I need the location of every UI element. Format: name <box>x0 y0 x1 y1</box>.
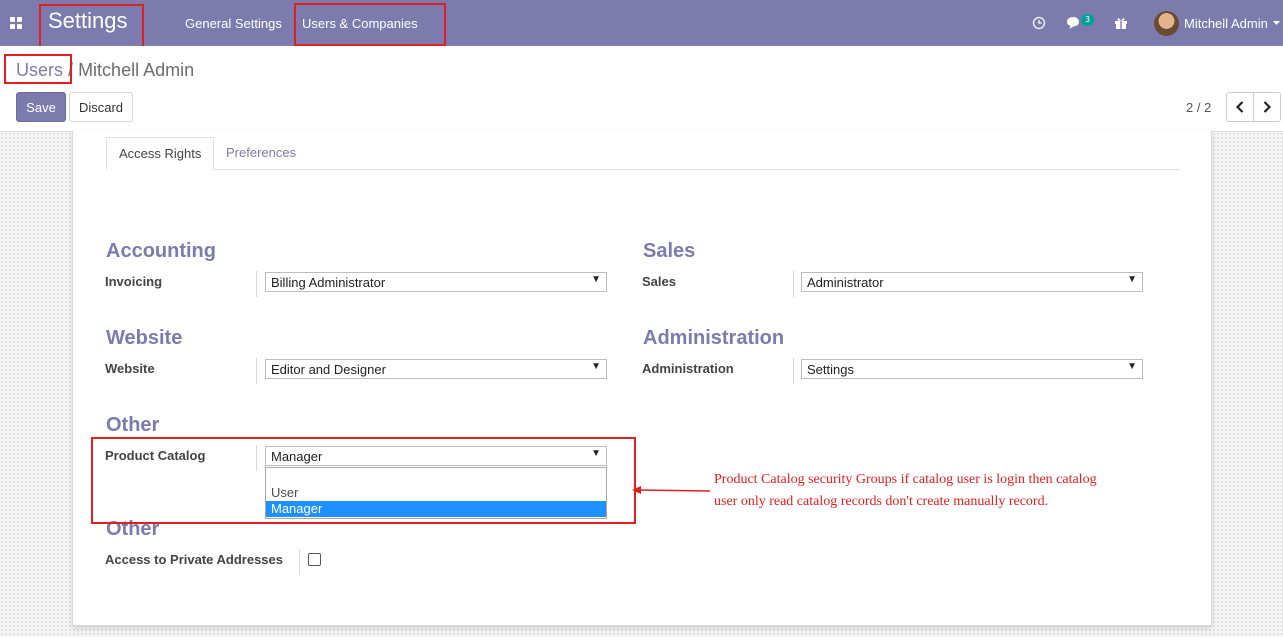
caret-down-icon: ▼ <box>1127 274 1137 285</box>
section-title-accounting: Accounting <box>106 240 216 262</box>
invoicing-select-value: Billing Administrator <box>271 275 386 290</box>
invoicing-select[interactable]: Billing Administrator ▼ <box>265 272 607 292</box>
annotation-text: Product Catalog security Groups if catal… <box>714 472 1097 509</box>
sales-select-value: Administrator <box>807 275 884 290</box>
section-title-other: Other <box>106 414 160 436</box>
website-select[interactable]: Editor and Designer ▼ <box>265 359 607 379</box>
user-menu-name[interactable]: Mitchell Admin <box>1184 16 1268 31</box>
caret-down-icon: ▼ <box>591 361 601 372</box>
pager-value: 2 / 2 <box>1186 100 1212 115</box>
caret-down-icon: ▼ <box>1127 361 1137 372</box>
section-title-sales: Sales <box>643 240 696 262</box>
field-separator <box>256 271 257 297</box>
field-separator <box>793 358 794 384</box>
discard-button[interactable]: Discard <box>69 92 133 122</box>
tab-access-rights[interactable]: Access Rights <box>106 137 215 170</box>
highlight-app-title <box>39 4 144 48</box>
avatar[interactable] <box>1154 11 1179 36</box>
pager-next-button[interactable] <box>1253 92 1281 122</box>
menu-general-settings[interactable]: General Settings <box>185 16 282 31</box>
field-label-private-addresses: Access to Private Addresses <box>105 552 284 567</box>
save-button[interactable]: Save <box>16 92 66 122</box>
pager-previous-button[interactable] <box>1226 92 1254 122</box>
field-separator <box>299 549 300 575</box>
gift-icon[interactable] <box>1114 0 1128 46</box>
chat-icon[interactable] <box>1066 0 1082 46</box>
website-select-value: Editor and Designer <box>271 362 386 377</box>
form-sheet: Access Rights Preferences Accounting Inv… <box>72 131 1212 626</box>
top-navbar: Settings General Settings Users & Compan… <box>0 0 1283 46</box>
section-title-website: Website <box>106 327 183 349</box>
field-label-sales: Sales <box>642 274 676 289</box>
field-label-website: Website <box>105 361 155 376</box>
administration-select-value: Settings <box>807 362 854 377</box>
highlight-product-catalog <box>91 437 636 524</box>
sales-select[interactable]: Administrator ▼ <box>801 272 1143 292</box>
administration-select[interactable]: Settings ▼ <box>801 359 1143 379</box>
highlight-breadcrumb-users <box>4 54 72 84</box>
annotation-arrow-icon <box>632 486 711 494</box>
control-panel: Users / Mitchell Admin Save Discard 2 / … <box>0 46 1283 132</box>
tab-preferences[interactable]: Preferences <box>214 137 308 170</box>
message-count-badge: 3 <box>1081 14 1094 26</box>
field-label-invoicing: Invoicing <box>105 274 163 289</box>
private-addresses-checkbox[interactable] <box>308 553 321 566</box>
chevron-down-icon[interactable] <box>1273 0 1280 46</box>
chevron-left-icon <box>1236 101 1244 113</box>
field-label-administration: Administration <box>642 361 734 376</box>
section-title-administration: Administration <box>643 327 785 349</box>
clock-icon[interactable] <box>1032 0 1046 46</box>
field-separator <box>793 271 794 297</box>
apps-icon[interactable] <box>10 17 23 29</box>
caret-down-icon: ▼ <box>591 274 601 285</box>
breadcrumb-current: Mitchell Admin <box>78 60 195 80</box>
highlight-users-menu <box>294 3 446 46</box>
chevron-right-icon <box>1263 101 1271 113</box>
field-separator <box>256 358 257 384</box>
